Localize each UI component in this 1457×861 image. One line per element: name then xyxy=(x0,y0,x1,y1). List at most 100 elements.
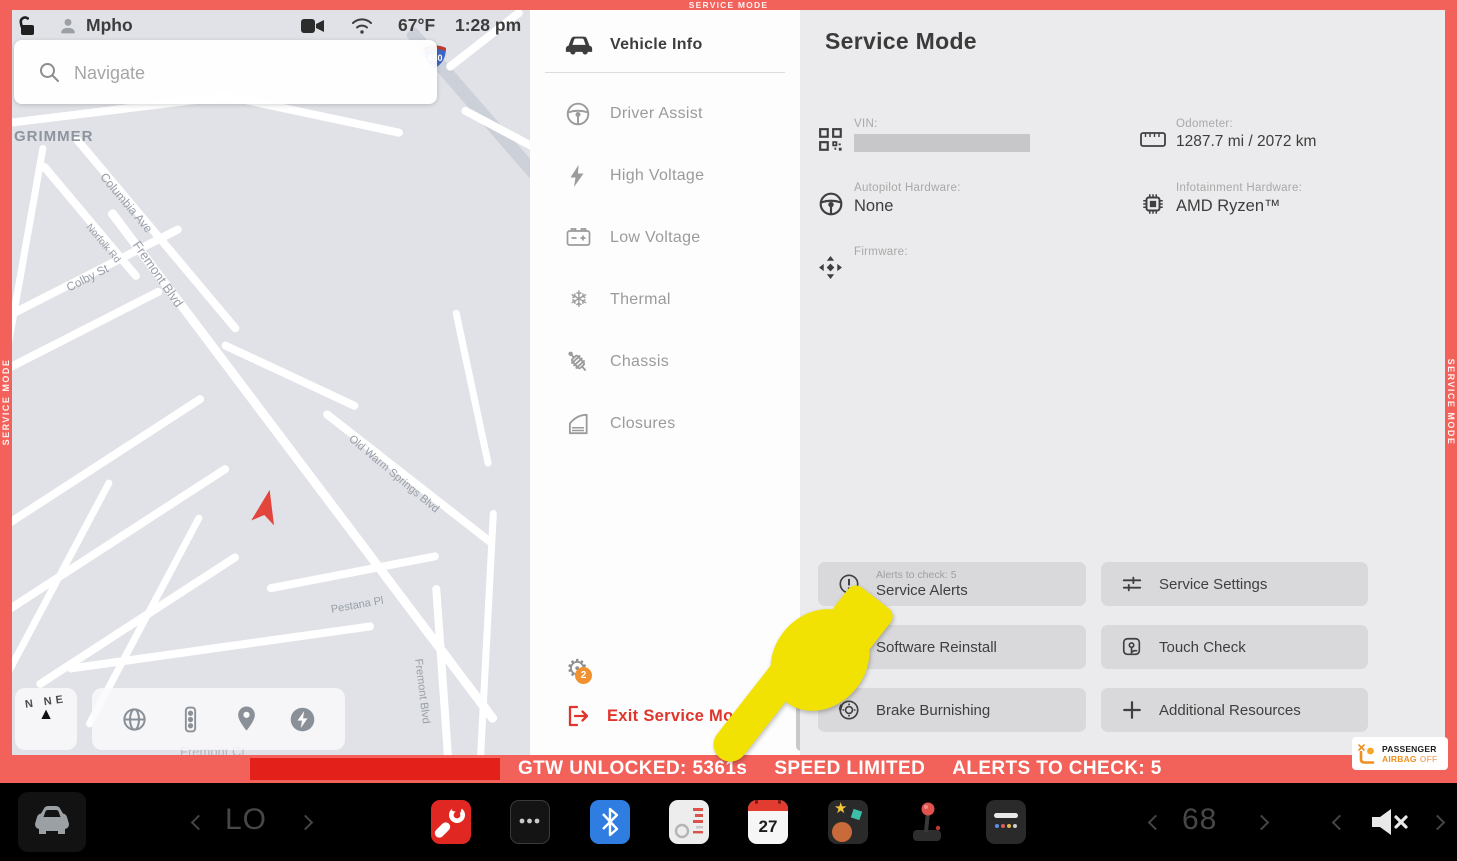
banner-speed-limited: SPEED LIMITED xyxy=(774,758,925,780)
menu-item-vehicle-info[interactable]: Vehicle Info xyxy=(530,23,800,67)
more-apps-icon[interactable] xyxy=(510,800,550,844)
banner-text: GTW UNLOCKED: 5361s SPEED LIMITED ALERTS… xyxy=(518,755,1189,783)
navigate-search-box[interactable] xyxy=(14,40,437,104)
driver-temp-up-chevron[interactable] xyxy=(298,815,314,831)
steering-wheel-icon xyxy=(565,101,593,127)
compass[interactable]: N NE ▲ xyxy=(15,688,77,750)
tuner-app-icon[interactable] xyxy=(669,800,709,844)
volume-muted-icon[interactable] xyxy=(1366,805,1414,839)
service-mode-label: SERVICE MODE xyxy=(689,0,768,10)
exit-service-mode-button[interactable]: Exit Service Mode xyxy=(563,702,753,730)
touch-check-button[interactable]: Touch Check xyxy=(1101,625,1368,669)
exit-label: Exit Service Mode xyxy=(607,707,753,726)
street-label: Pestana Pl xyxy=(330,595,384,616)
firmware-icon xyxy=(818,255,844,281)
banner-alerts-to-check: ALERTS TO CHECK: 5 xyxy=(952,758,1162,780)
brake-burnishing-button[interactable]: Brake Burnishing xyxy=(818,688,1086,732)
plus-icon xyxy=(1121,699,1143,721)
service-alerts-button[interactable]: Alerts to check: 5 Service Alerts xyxy=(818,562,1086,606)
taskbar: LO 27 ★ 68 xyxy=(0,783,1457,861)
dashcam-icon[interactable] xyxy=(300,17,325,35)
menu-item-label: Vehicle Info xyxy=(610,36,703,54)
chip-icon xyxy=(1140,191,1166,217)
menu-item-label: Thermal xyxy=(610,291,671,309)
boombox-app-icon[interactable] xyxy=(986,800,1026,844)
vin-redacted-value xyxy=(854,134,1030,152)
service-mode-label: SERVICE MODE xyxy=(1,359,11,446)
service-mode-panel: Service Mode VIN: Odometer: 1287.7 mi / … xyxy=(800,10,1445,755)
menu-item-chassis[interactable]: Chassis xyxy=(530,340,800,384)
field-label: Firmware: xyxy=(854,246,908,258)
additional-resources-button[interactable]: Additional Resources xyxy=(1101,688,1368,732)
qr-code-icon xyxy=(818,127,844,153)
clock: 1:28 pm xyxy=(455,15,521,36)
menu-item-label: Driver Assist xyxy=(610,105,703,123)
button-label: Service Alerts xyxy=(876,582,968,599)
wifi-icon[interactable] xyxy=(350,16,374,35)
airbag-icon xyxy=(1357,743,1377,765)
menu-item-low-voltage[interactable]: Low Voltage xyxy=(530,216,800,260)
vehicle-location-arrow xyxy=(248,486,283,529)
button-label: Software Reinstall xyxy=(876,639,997,656)
profile-name[interactable]: Mpho xyxy=(86,15,133,36)
menu-item-thermal[interactable]: ❄ Thermal xyxy=(530,278,800,322)
service-settings-gear[interactable]: ⚙ 2 xyxy=(566,654,606,694)
field-autopilot-hardware: Autopilot Hardware: None xyxy=(818,182,961,217)
touch-icon xyxy=(1121,636,1143,658)
field-label: Odometer: xyxy=(1176,118,1316,130)
search-icon xyxy=(38,61,61,84)
field-value: None xyxy=(854,197,961,216)
map-pin-icon[interactable] xyxy=(234,705,259,733)
service-app-icon[interactable] xyxy=(431,800,471,844)
sliders-icon xyxy=(1121,573,1143,595)
driver-profile-icon[interactable] xyxy=(57,15,79,37)
passenger-temp-up-chevron[interactable] xyxy=(1254,815,1270,831)
service-mode-screen: SERVICE MODE SERVICE MODE SERVICE MODE xyxy=(0,0,1457,861)
snowflake-icon: ❄ xyxy=(565,287,593,313)
door-icon xyxy=(565,411,593,437)
car-controls-button[interactable] xyxy=(18,792,86,852)
field-value: 1287.7 mi / 2072 km xyxy=(1176,133,1316,151)
car-icon xyxy=(565,32,593,58)
brake-disc-icon xyxy=(838,699,860,721)
menu-item-high-voltage[interactable]: High Voltage xyxy=(530,154,800,198)
volume-up-chevron[interactable] xyxy=(1430,815,1446,831)
passenger-airbag-indicator: PASSENGER AIRBAGOFF xyxy=(1352,737,1448,770)
menu-item-driver-assist[interactable]: Driver Assist xyxy=(530,92,800,136)
arcade-app-icon[interactable] xyxy=(907,800,947,844)
unlock-icon[interactable] xyxy=(14,14,38,38)
map-controls-bar xyxy=(92,688,345,750)
charging-stations-icon[interactable] xyxy=(289,706,316,733)
map-road xyxy=(12,394,206,548)
search-input[interactable] xyxy=(72,40,416,106)
menu-item-label: High Voltage xyxy=(610,167,704,185)
map-style-globe-icon[interactable] xyxy=(121,706,148,733)
toy-square-icon xyxy=(851,809,862,820)
traffic-lights-icon[interactable] xyxy=(178,706,203,733)
banner-gtw-unlocked: GTW UNLOCKED: 5361s xyxy=(518,758,747,780)
button-label: Touch Check xyxy=(1159,639,1246,656)
software-reinstall-button[interactable]: Software Reinstall xyxy=(818,625,1086,669)
field-infotainment-hardware: Infotainment Hardware: AMD Ryzen™ xyxy=(1140,182,1302,217)
street-label: Fremont Blvd xyxy=(412,658,432,724)
passenger-temp-down-chevron[interactable] xyxy=(1148,815,1164,831)
navigation-map[interactable]: GRIMMER Columbia Ave Norfolk Rd Fremont … xyxy=(12,10,530,755)
map-road xyxy=(452,309,492,467)
button-label: Additional Resources xyxy=(1159,702,1301,719)
menu-item-label: Low Voltage xyxy=(610,229,700,247)
redacted-banner-segment xyxy=(250,758,500,780)
service-mode-top-strip: SERVICE MODE xyxy=(0,0,1457,10)
service-mode-label: SERVICE MODE xyxy=(1446,359,1456,446)
passenger-temperature[interactable]: 68 xyxy=(1182,803,1217,837)
service-settings-button[interactable]: Service Settings xyxy=(1101,562,1368,606)
notification-badge: 2 xyxy=(575,667,592,684)
bluetooth-icon[interactable] xyxy=(590,800,630,844)
volume-down-chevron[interactable] xyxy=(1332,815,1348,831)
driver-temp-down-chevron[interactable] xyxy=(191,815,207,831)
driver-temperature[interactable]: LO xyxy=(225,803,267,837)
calendar-icon[interactable]: 27 xyxy=(748,800,788,844)
map-road xyxy=(220,340,359,411)
menu-item-closures[interactable]: Closures xyxy=(530,402,800,446)
toybox-app-icon[interactable]: ★ xyxy=(828,800,868,844)
map-road xyxy=(432,585,453,755)
